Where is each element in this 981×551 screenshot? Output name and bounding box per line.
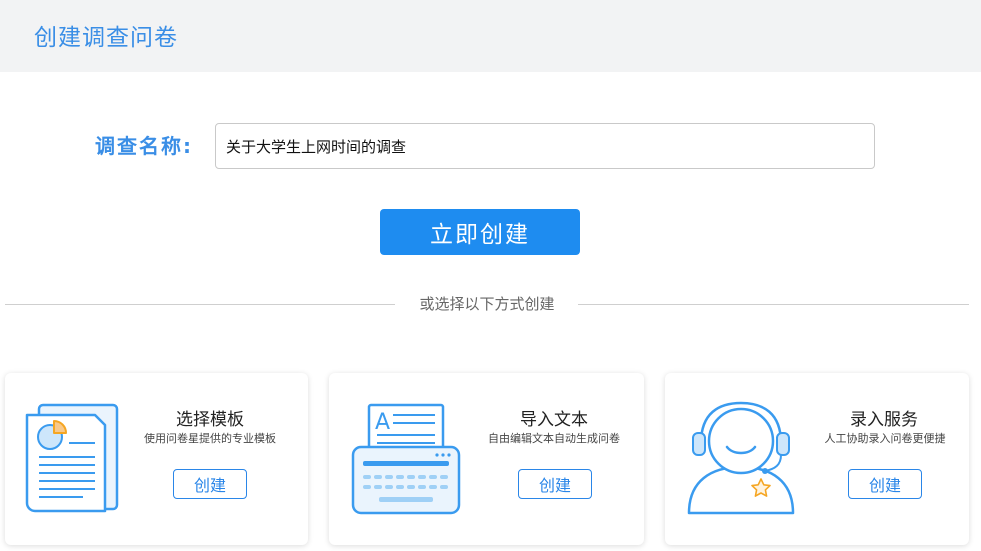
typewriter-import-icon: A xyxy=(351,403,461,515)
page-header: 创建调查问卷 xyxy=(0,0,981,72)
divider-line-right xyxy=(578,304,969,305)
card-title: 录入服务 xyxy=(850,410,918,430)
entry-service-card[interactable]: 录入服务 人工协助录入问卷更便捷 创建 xyxy=(665,373,969,545)
survey-name-label: 调查名称: xyxy=(95,134,193,158)
create-from-text-button[interactable]: 创建 xyxy=(518,469,592,499)
card-description: 人工协助录入问卷更便捷 xyxy=(824,432,946,445)
template-card[interactable]: 选择模板 使用问卷星提供的专业模板 创建 xyxy=(5,373,308,545)
create-from-template-button[interactable]: 创建 xyxy=(173,469,247,499)
create-now-button[interactable]: 立即创建 xyxy=(380,209,580,255)
template-document-icon xyxy=(25,403,119,513)
survey-name-input[interactable] xyxy=(215,123,875,169)
customer-service-headset-icon xyxy=(687,401,795,515)
create-with-service-button[interactable]: 创建 xyxy=(848,469,922,499)
card-title: 选择模板 xyxy=(176,410,244,430)
divider-text: 或选择以下方式创建 xyxy=(400,293,574,314)
card-title: 导入文本 xyxy=(520,410,588,430)
card-description: 使用问卷星提供的专业模板 xyxy=(144,432,276,445)
page-title: 创建调查问卷 xyxy=(34,25,178,51)
card-description: 自由编辑文本自动生成问卷 xyxy=(488,432,620,445)
svg-text:A: A xyxy=(375,410,390,435)
divider-line-left xyxy=(5,304,395,305)
import-text-card[interactable]: A 导入文本 自由编辑文本自动生成问卷 创建 xyxy=(329,373,644,545)
